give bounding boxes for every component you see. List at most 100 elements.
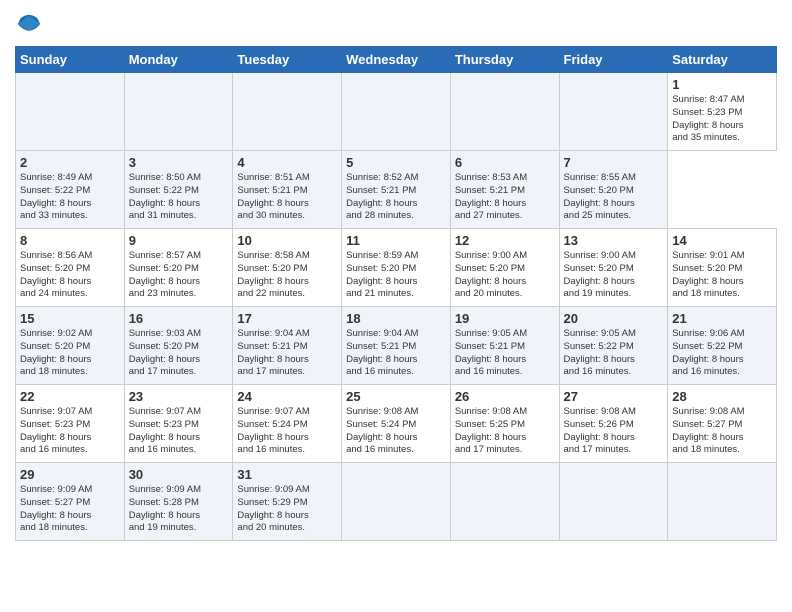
page-container: Sunday Monday Tuesday Wednesday Thursday… — [0, 0, 792, 551]
table-cell: 11 Sunrise: 8:59 AMSunset: 5:20 PMDayligh… — [342, 229, 451, 307]
sunset-text: Sunset: 5:22 PM — [20, 185, 120, 198]
day-number: 29 — [20, 467, 120, 482]
daylight-text-1: Daylight: 8 hours — [237, 432, 337, 445]
daylight-text-2: and 17 minutes. — [237, 366, 337, 379]
daylight-text-2: and 27 minutes. — [455, 210, 555, 223]
daylight-text-1: Daylight: 8 hours — [346, 198, 446, 211]
daylight-text-2: and 16 minutes. — [20, 444, 120, 457]
table-cell — [559, 463, 668, 541]
col-wednesday: Wednesday — [342, 47, 451, 73]
header — [15, 10, 777, 38]
day-number: 20 — [564, 311, 664, 326]
sunrise-text: Sunrise: 9:03 AM — [129, 328, 229, 341]
sunset-text: Sunset: 5:20 PM — [20, 263, 120, 276]
daylight-text-2: and 30 minutes. — [237, 210, 337, 223]
daylight-text-2: and 19 minutes. — [129, 522, 229, 535]
daylight-text-1: Daylight: 8 hours — [346, 432, 446, 445]
day-number: 16 — [129, 311, 229, 326]
daylight-text-1: Daylight: 8 hours — [237, 354, 337, 367]
daylight-text-1: Daylight: 8 hours — [20, 432, 120, 445]
sunset-text: Sunset: 5:20 PM — [20, 341, 120, 354]
daylight-text-1: Daylight: 8 hours — [129, 276, 229, 289]
day-number: 25 — [346, 389, 446, 404]
sunrise-text: Sunrise: 9:00 AM — [455, 250, 555, 263]
header-row: Sunday Monday Tuesday Wednesday Thursday… — [16, 47, 777, 73]
table-cell: 24Sunrise: 9:07 AMSunset: 5:24 PMDayligh… — [233, 385, 342, 463]
daylight-text-1: Daylight: 8 hours — [564, 198, 664, 211]
table-row: 2 Sunrise: 8:49 AMSunset: 5:22 PM Daylight… — [16, 151, 777, 229]
daylight-text-2: and 18 minutes. — [672, 444, 772, 457]
day-number: 22 — [20, 389, 120, 404]
sunrise-text: Sunrise: 9:08 AM — [346, 406, 446, 419]
sunrise-text: Sunrise: 9:07 AM — [20, 406, 120, 419]
daylight-text-1: Daylight: 8 hours — [129, 198, 229, 211]
sunrise-text: Sunrise: 9:01 AM — [672, 250, 772, 263]
daylight-text-1: Daylight: 8 hours — [455, 354, 555, 367]
daylight-text-2: and 16 minutes. — [672, 366, 772, 379]
day-number: 30 — [129, 467, 229, 482]
sunset-text: Sunset: 5:20 PM — [346, 263, 446, 276]
table-cell: 16Sunrise: 9:03 AMSunset: 5:20 PMDayligh… — [124, 307, 233, 385]
sunrise-text: Sunrise: 9:09 AM — [237, 484, 337, 497]
daylight-text-2: and 16 minutes. — [346, 444, 446, 457]
table-cell: 12Sunrise: 9:00 AMSunset: 5:20 PMDayligh… — [450, 229, 559, 307]
daylight-text-1: Daylight: 8 hours — [455, 432, 555, 445]
table-row: 15Sunrise: 9:02 AMSunset: 5:20 PMDayligh… — [16, 307, 777, 385]
table-cell — [559, 73, 668, 151]
table-cell: 6Sunrise: 8:53 AMSunset: 5:21 PMDaylight… — [450, 151, 559, 229]
sunset-text: Sunset: 5:24 PM — [237, 419, 337, 432]
day-number: 12 — [455, 233, 555, 248]
table-cell: 9Sunrise: 8:57 AMSunset: 5:20 PMDaylight… — [124, 229, 233, 307]
sunrise-text: Sunrise: 8:52 AM — [346, 172, 446, 185]
day-number: 26 — [455, 389, 555, 404]
table-cell — [450, 73, 559, 151]
table-cell: 18Sunrise: 9:04 AMSunset: 5:21 PMDayligh… — [342, 307, 451, 385]
sunset-text: Sunset: 5:21 PM — [455, 185, 555, 198]
daylight-text-2: and 20 minutes. — [455, 288, 555, 301]
day-number: 19 — [455, 311, 555, 326]
sunrise-text: Sunrise: 8:49 AM — [20, 172, 120, 185]
daylight-text-1: Daylight: 8 hours — [346, 276, 446, 289]
table-cell: 14Sunrise: 9:01 AMSunset: 5:20 PMDayligh… — [668, 229, 777, 307]
col-thursday: Thursday — [450, 47, 559, 73]
table-cell: 31Sunrise: 9:09 AMSunset: 5:29 PMDayligh… — [233, 463, 342, 541]
daylight-text-1: Daylight: 8 hours — [237, 198, 337, 211]
table-cell: 17Sunrise: 9:04 AMSunset: 5:21 PMDayligh… — [233, 307, 342, 385]
col-tuesday: Tuesday — [233, 47, 342, 73]
daylight-text-2: and 17 minutes. — [564, 444, 664, 457]
table-cell — [233, 73, 342, 151]
table-cell — [668, 463, 777, 541]
table-cell: 25Sunrise: 9:08 AMSunset: 5:24 PMDayligh… — [342, 385, 451, 463]
calendar-table: Sunday Monday Tuesday Wednesday Thursday… — [15, 46, 777, 541]
sunrise-text: Sunrise: 8:59 AM — [346, 250, 446, 263]
sunset-text: Sunset: 5:23 PM — [672, 107, 772, 120]
sunset-text: Sunset: 5:27 PM — [20, 497, 120, 510]
day-number: 27 — [564, 389, 664, 404]
col-monday: Monday — [124, 47, 233, 73]
daylight-text-2: and 35 minutes. — [672, 132, 772, 145]
logo — [15, 10, 47, 38]
daylight-text-2: and 25 minutes. — [564, 210, 664, 223]
table-cell: 7Sunrise: 8:55 AMSunset: 5:20 PMDaylight… — [559, 151, 668, 229]
daylight-text-2: and 23 minutes. — [129, 288, 229, 301]
table-cell: 4Sunrise: 8:51 AMSunset: 5:21 PMDaylight… — [233, 151, 342, 229]
day-number: 28 — [672, 389, 772, 404]
day-number: 7 — [564, 155, 664, 170]
sunrise-text: Sunrise: 9:07 AM — [237, 406, 337, 419]
table-row: 29 Sunrise: 9:09 AM Sunset: 5:27 PMDayligh… — [16, 463, 777, 541]
sunset-text: Sunset: 5:26 PM — [564, 419, 664, 432]
daylight-text-1: Daylight: 8 hours — [129, 354, 229, 367]
day-number: 2 — [20, 155, 120, 170]
day-number: 11 — [346, 233, 446, 248]
day-number: 15 — [20, 311, 120, 326]
table-cell: 13Sunrise: 9:00 AMSunset: 5:20 PMDayligh… — [559, 229, 668, 307]
daylight-text-1: Daylight: 8 hours — [20, 510, 120, 523]
table-cell: 29Sunrise: 9:09 AMSunset: 5:27 PMDayligh… — [16, 463, 125, 541]
table-cell: 2Sunrise: 8:49 AMSunset: 5:22 PMDaylight… — [16, 151, 125, 229]
sunset-text: Sunset: 5:22 PM — [564, 341, 664, 354]
daylight-text-2: and 16 minutes. — [564, 366, 664, 379]
table-cell: 3Sunrise: 8:50 AMSunset: 5:22 PMDaylight… — [124, 151, 233, 229]
sunrise-text: Sunrise: 9:08 AM — [455, 406, 555, 419]
sunrise-text: Sunrise: 8:53 AM — [455, 172, 555, 185]
table-cell: 15Sunrise: 9:02 AMSunset: 5:20 PMDayligh… — [16, 307, 125, 385]
